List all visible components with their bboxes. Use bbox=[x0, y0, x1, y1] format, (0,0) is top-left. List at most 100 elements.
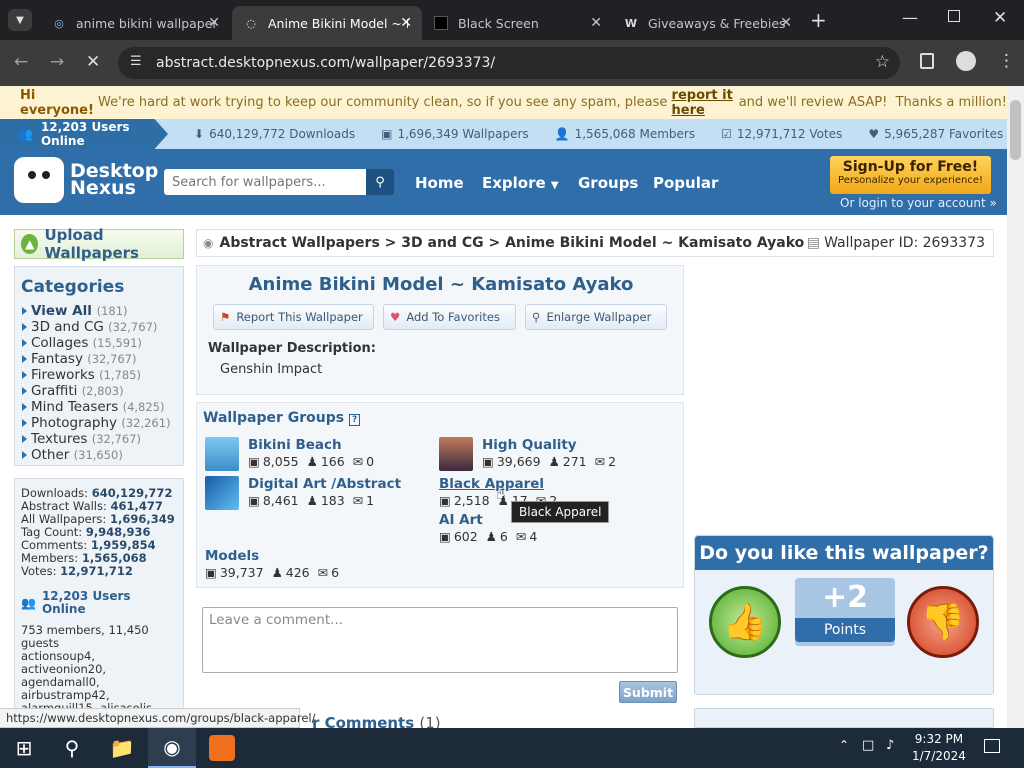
group-stats-models: ▣ 39,737 ♟ 426 ✉ 6 bbox=[205, 565, 340, 580]
image-icon: ▣ bbox=[248, 493, 260, 508]
desktop-nexus-logo[interactable]: Desktop Nexus bbox=[14, 157, 158, 203]
add-favorites-button[interactable]: ♥ Add To Favorites bbox=[383, 304, 516, 330]
category-other[interactable]: Other (31,650) bbox=[21, 447, 177, 463]
close-tab-icon[interactable]: ✕ bbox=[208, 15, 220, 31]
group-link-digital-art[interactable]: Digital Art /Abstract bbox=[248, 476, 401, 492]
category-fantasy[interactable]: Fantasy (32,767) bbox=[21, 351, 177, 367]
enlarge-wallpaper-button[interactable]: ⚲ Enlarge Wallpaper bbox=[525, 304, 667, 330]
network-icon[interactable]: □ bbox=[862, 738, 874, 753]
comment-textarea[interactable]: Leave a comment... bbox=[202, 607, 678, 673]
person-icon: 👤 bbox=[554, 127, 570, 141]
users-online-heading: 👥 12,203 Users Online bbox=[21, 589, 131, 616]
volume-muted-icon[interactable]: ♪ bbox=[886, 738, 894, 753]
link-tooltip: Black Apparel bbox=[511, 501, 610, 523]
web-page: Hi everyone! We're hard at work trying t… bbox=[0, 86, 1007, 728]
scrollbar-thumb[interactable] bbox=[1010, 100, 1021, 160]
loading-spinner-icon: ◌ bbox=[246, 16, 256, 30]
bookmark-star-icon[interactable]: ☆ bbox=[875, 52, 890, 72]
tab-anime-bikini-model[interactable]: ◌ Anime Bikini Model ~ K ✕ bbox=[232, 6, 422, 40]
group-link-black-apparel[interactable]: Black Apparel bbox=[439, 476, 544, 492]
nav-home[interactable]: Home bbox=[415, 174, 464, 192]
url-text: abstract.desktopnexus.com/wallpaper/2693… bbox=[156, 55, 496, 71]
magnifier-icon: ⚲ bbox=[532, 310, 541, 324]
chrome-icon[interactable]: ◉ bbox=[148, 728, 196, 768]
side-panel-icon[interactable] bbox=[920, 53, 934, 69]
minimize-icon[interactable]: — bbox=[902, 8, 918, 27]
category-mind-teasers[interactable]: Mind Teasers (4,825) bbox=[21, 399, 177, 415]
group-stats-digital-art: ▣ 8,461 ♟ 183 ✉ 1 bbox=[248, 493, 375, 508]
categories-title: Categories bbox=[21, 277, 125, 297]
category-graffiti[interactable]: Graffiti (2,803) bbox=[21, 383, 177, 399]
clock[interactable]: 9:32 PM 1/7/2024 bbox=[912, 731, 966, 765]
tab-giveaways-freebies[interactable]: W Giveaways & Freebies ✕ bbox=[612, 6, 802, 40]
report-link[interactable]: report it here bbox=[672, 88, 735, 118]
tab-search-icon[interactable]: ▼ bbox=[8, 9, 32, 31]
site-header: DesktopNexus ⚲ Home Explore ▼ Groups Pop… bbox=[0, 149, 1007, 215]
menu-kebab-icon[interactable]: ⋮ bbox=[998, 51, 1015, 71]
close-tab-icon[interactable]: ✕ bbox=[780, 15, 792, 31]
comment-icon: ✉ bbox=[317, 565, 329, 580]
category-collages[interactable]: Collages (15,591) bbox=[21, 335, 177, 351]
stop-icon[interactable]: ✕ bbox=[86, 52, 100, 72]
search-input[interactable] bbox=[164, 169, 366, 195]
image-icon: ▣ bbox=[381, 127, 393, 141]
notification-icon[interactable] bbox=[984, 739, 1000, 753]
group-thumb-bikini-beach[interactable] bbox=[205, 437, 239, 471]
profile-avatar-icon[interactable] bbox=[956, 51, 976, 71]
group-thumb-digital-art[interactable] bbox=[205, 476, 239, 510]
category-view-all[interactable]: View All (181) bbox=[21, 303, 177, 319]
group-link-ai-art[interactable]: AI Art bbox=[439, 512, 483, 528]
submit-comment-button[interactable]: Submit bbox=[619, 681, 677, 703]
groups-heading: Wallpaper Groups ? bbox=[203, 410, 361, 426]
thumbs-up-icon[interactable]: 👍 bbox=[709, 586, 781, 658]
page-scrollbar[interactable] bbox=[1007, 86, 1024, 728]
image-icon: ▣ bbox=[482, 454, 494, 469]
tab-anime-bikini-wallpaper[interactable]: ◎ anime bikini wallpaper ✕ bbox=[40, 6, 230, 40]
users-online-badge[interactable]: 👥 12,203 Users Online bbox=[0, 119, 168, 149]
members-stat: 👤 1,565,068 Members bbox=[554, 127, 696, 141]
image-icon: ▣ bbox=[439, 529, 451, 544]
login-link[interactable]: Or login to your account » bbox=[840, 196, 997, 210]
category-fireworks[interactable]: Fireworks (1,785) bbox=[21, 367, 177, 383]
upload-wallpapers-button[interactable]: ▲ Upload Wallpapers bbox=[14, 226, 184, 262]
nav-explore[interactable]: Explore ▼ bbox=[482, 174, 559, 192]
file-explorer-icon[interactable]: 📁 bbox=[98, 728, 146, 768]
category-textures[interactable]: Textures (32,767) bbox=[21, 431, 177, 447]
upload-arrow-icon: ▲ bbox=[21, 234, 39, 254]
site-info-icon[interactable]: ☰ bbox=[130, 54, 142, 69]
nav-groups[interactable]: Groups bbox=[578, 174, 638, 192]
group-link-bikini-beach[interactable]: Bikini Beach bbox=[248, 437, 342, 453]
category-3d-cg[interactable]: 3D and CG (32,767) bbox=[21, 319, 177, 335]
restore-icon[interactable] bbox=[948, 10, 960, 22]
nav-popular[interactable]: Popular bbox=[653, 174, 718, 192]
back-icon[interactable]: ← bbox=[14, 52, 28, 72]
image-icon: ▣ bbox=[439, 493, 451, 508]
group-link-models[interactable]: Models bbox=[205, 548, 259, 564]
windows-start-icon[interactable]: ⊞ bbox=[0, 728, 48, 768]
vote-box: Do you like this wallpaper? 👍 +2 Points … bbox=[694, 535, 994, 695]
app-orange-icon[interactable] bbox=[198, 728, 246, 768]
search-icon[interactable]: ⚲ bbox=[366, 169, 394, 195]
tab-black-screen[interactable]: Black Screen ✕ bbox=[422, 6, 612, 40]
comment-icon: ✉ bbox=[352, 493, 364, 508]
categories-panel: Categories View All (181) 3D and CG (32,… bbox=[14, 266, 184, 466]
breadcrumb-text[interactable]: Abstract Wallpapers > 3D and CG > Anime … bbox=[219, 235, 804, 251]
group-link-high-quality[interactable]: High Quality bbox=[482, 437, 577, 453]
user-comments-heading: r Comments (1) bbox=[312, 714, 441, 728]
close-tab-icon[interactable]: ✕ bbox=[590, 15, 602, 31]
thumbs-down-icon[interactable]: 👎 bbox=[907, 586, 979, 658]
search-icon[interactable]: ⚲ bbox=[48, 728, 96, 768]
group-thumb-high-quality[interactable] bbox=[439, 437, 473, 471]
close-tab-icon[interactable]: ✕ bbox=[400, 15, 412, 31]
signup-button[interactable]: Sign-Up for Free! Personalize your exper… bbox=[830, 156, 991, 194]
breadcrumb: ◉ Abstract Wallpapers > 3D and CG > Anim… bbox=[196, 229, 994, 257]
address-bar[interactable]: ☰ abstract.desktopnexus.com/wallpaper/26… bbox=[118, 47, 900, 79]
close-window-icon[interactable]: ✕ bbox=[993, 8, 1007, 28]
category-photography[interactable]: Photography (32,261) bbox=[21, 415, 177, 431]
help-icon[interactable]: ? bbox=[348, 414, 361, 426]
new-tab-icon[interactable]: + bbox=[810, 8, 827, 32]
group-stats-ai-art: ▣ 602 ♟ 6 ✉ 4 bbox=[439, 529, 538, 544]
forward-icon[interactable]: → bbox=[50, 52, 64, 72]
tray-chevron-icon[interactable]: ⌃ bbox=[839, 738, 849, 752]
report-wallpaper-button[interactable]: ⚑ Report This Wallpaper bbox=[213, 304, 374, 330]
